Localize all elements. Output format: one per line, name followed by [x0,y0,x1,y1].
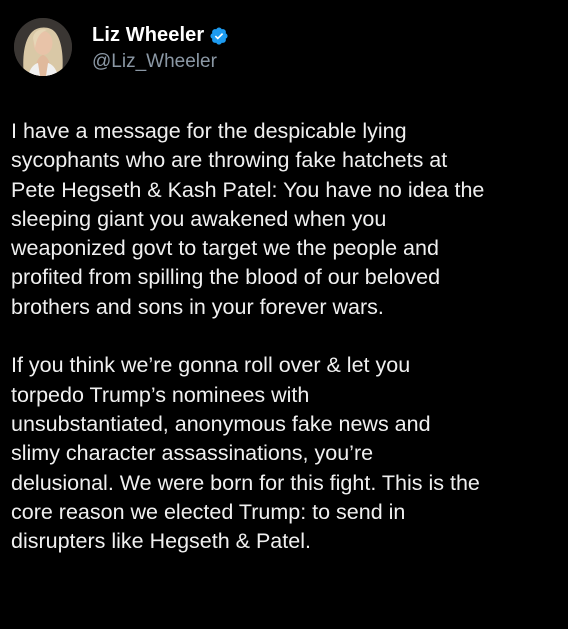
tweet-card: Liz Wheeler @Liz_Wheeler I have a messag… [0,0,568,629]
tweet-line: sleeping giant you awakened when you [11,206,387,231]
tweet-line: torpedo Trump’s nominees with [11,382,310,407]
tweet-line: sycophants who are throwing fake hatchet… [11,148,448,173]
tweet-line: weaponized govt to target we the people … [11,236,439,261]
tweet-line: slimy character assassinations, you’re [11,441,374,466]
author-handle[interactable]: @Liz_Wheeler [92,51,229,73]
author-identity: Liz Wheeler @Liz_Wheeler [92,18,229,76]
avatar-image [14,18,72,76]
tweet-line: If you think we’re gonna roll over & let… [11,353,411,378]
tweet-line: profited from spilling the blood of our … [11,265,441,290]
tweet-line: core reason we elected Trump: to send in [11,499,406,524]
tweet-header: Liz Wheeler @Liz_Wheeler [14,12,229,82]
tweet-line: brothers and sons in your forever wars. [11,294,384,319]
name-row: Liz Wheeler [92,22,229,50]
tweet-line: disrupters like Hegseth & Patel. [11,529,311,554]
verified-badge-icon [209,26,229,46]
tweet-line: unsubstantiated, anonymous fake news and [11,411,431,436]
tweet-paragraph-1: I have a message for the despicable lyin… [11,117,563,322]
tweet-paragraph-2: If you think we’re gonna roll over & let… [11,351,563,556]
author-display-name[interactable]: Liz Wheeler [92,24,204,47]
tweet-line: I have a message for the despicable lyin… [11,119,407,143]
avatar[interactable] [14,18,72,76]
tweet-line: delusional. We were born for this fight.… [11,470,480,495]
tweet-line: Pete Hegseth & Kash Patel: You have no i… [11,177,485,202]
tweet-body: I have a message for the despicable lyin… [11,117,563,556]
